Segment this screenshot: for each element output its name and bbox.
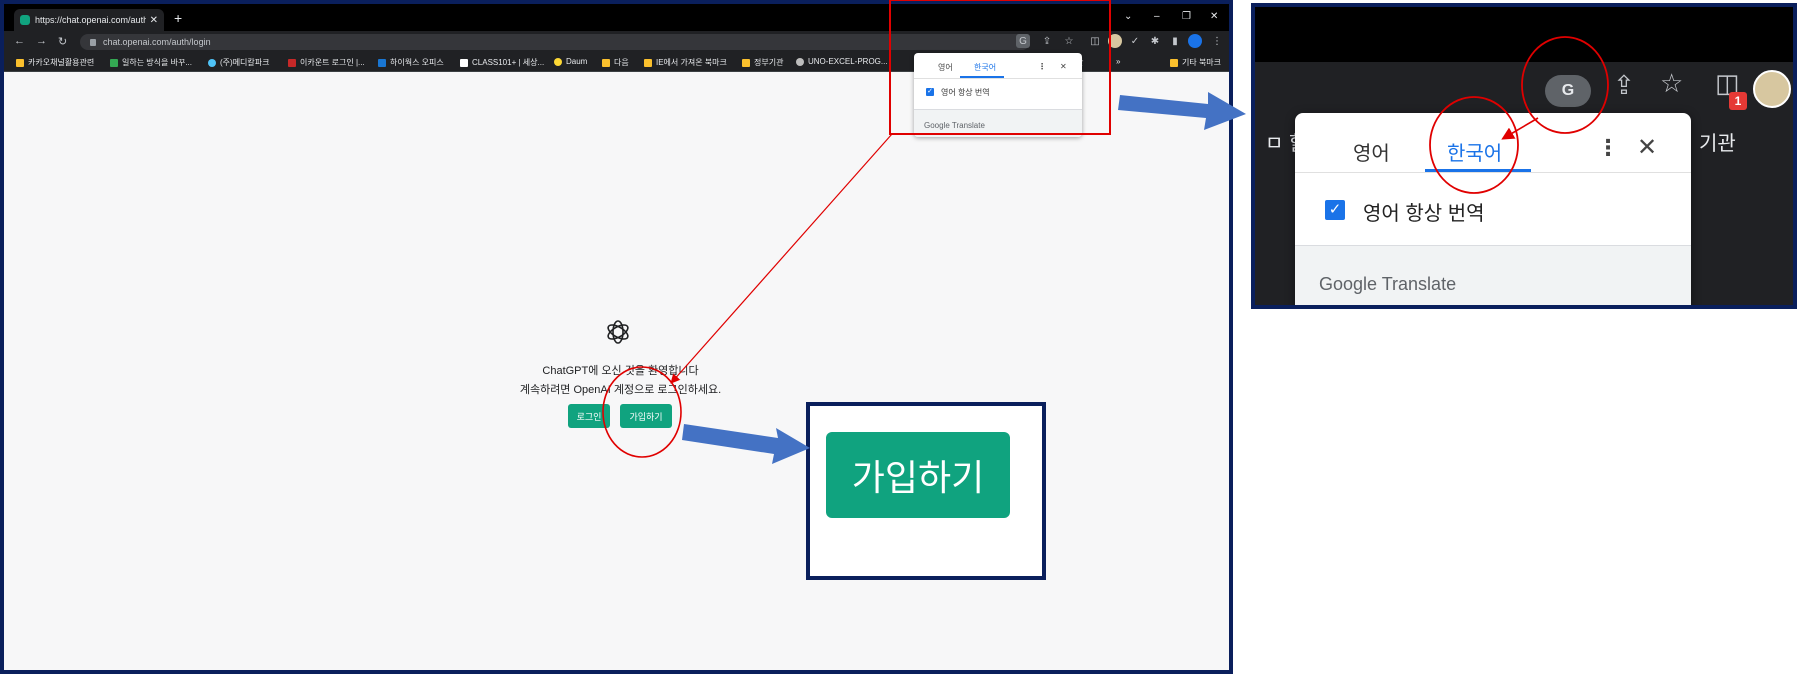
site-icon [208, 58, 216, 67]
lock-icon [90, 38, 96, 46]
tab-search-icon[interactable]: ⌄ [1124, 11, 1132, 22]
google-translate-footer: Google Translate [1295, 245, 1691, 305]
daum-icon [554, 57, 562, 66]
tab-source-language[interactable]: 영어 [1353, 137, 1390, 166]
site-icon [796, 57, 804, 66]
site-icon [378, 58, 386, 67]
forward-arrow-icon[interactable]: → [36, 35, 47, 47]
browser-tab[interactable]: https://chat.openai.com/auth/lo ✕ [14, 9, 164, 31]
zoomed-translate-callout: G ⇪ ☆ ◫ 1 ㅁ 할 기관 영어 한국어 ⋮ ✕ ✓ 영어 항상 번역 G… [1251, 3, 1797, 309]
site-icon [288, 58, 296, 67]
google-translate-brand: Google Translate [1319, 274, 1457, 294]
share-icon[interactable]: ⇪ [1613, 70, 1635, 101]
check-icon[interactable]: ✓ [1128, 34, 1142, 48]
browser-toolbar: ← → ↻ chat.openai.com/auth/login G ⇪ ☆ ◫… [4, 31, 1229, 53]
openai-favicon-icon [20, 15, 30, 25]
tab-title: https://chat.openai.com/auth/lo [35, 15, 146, 25]
bookmark-item[interactable]: Daum [554, 57, 587, 66]
reload-icon[interactable]: ↻ [58, 35, 67, 48]
star-icon[interactable]: ☆ [1062, 34, 1076, 48]
folder-icon [16, 58, 24, 67]
zoomed-translate-popup: 영어 한국어 ⋮ ✕ ✓ 영어 항상 번역 Google Translate [1295, 113, 1691, 305]
always-translate-label: 영어 항상 번역 [1363, 203, 1485, 225]
openai-logo-icon [607, 320, 629, 344]
bookmark-item[interactable]: 다음 [602, 57, 629, 68]
bookmark-item[interactable]: IE에서 가져온 북마크 [644, 57, 727, 68]
bookmark-item[interactable]: 하이웍스 오피스 [378, 57, 444, 68]
login-instructions: 계속하려면 OpenAI 계정으로 로그인하세요. [519, 384, 722, 396]
kebab-menu-icon[interactable]: ⋮ [1597, 135, 1619, 161]
zoomed-toolbar: G ⇪ ☆ ◫ 1 [1255, 62, 1793, 114]
kebab-menu-icon[interactable]: ⋮ [1210, 34, 1224, 48]
extension-badge-icon[interactable]: ◫ [1088, 34, 1102, 48]
folder-icon [644, 58, 652, 67]
divider [1295, 172, 1691, 173]
folder-icon [602, 58, 610, 67]
url-text: chat.openai.com/auth/login [103, 37, 211, 47]
star-icon[interactable]: ☆ [1660, 68, 1683, 99]
bookmarks-overflow-button[interactable]: » [1116, 57, 1120, 66]
zoomed-signup-button[interactable]: 가입하기 [826, 432, 1010, 518]
bookmark-item[interactable]: 기관 [1699, 127, 1736, 156]
login-button[interactable]: 로그인 [568, 404, 610, 428]
minimize-button[interactable]: – [1154, 11, 1160, 22]
folder-icon [742, 58, 750, 67]
address-bar[interactable]: chat.openai.com/auth/login [80, 34, 1030, 50]
tab-close-icon[interactable]: ✕ [150, 15, 158, 26]
tab-target-language[interactable]: 한국어 [1447, 137, 1502, 166]
avatar[interactable] [1188, 34, 1202, 48]
notification-badge: 1 [1729, 92, 1747, 110]
close-icon[interactable]: ✕ [1060, 62, 1067, 71]
bookmark-item[interactable]: CLASS101+ | 세상... [460, 57, 544, 68]
divider [914, 78, 1082, 79]
side-panel-icon[interactable]: ▮ [1168, 34, 1182, 48]
tab-source-language[interactable]: 영어 [938, 62, 953, 73]
profile-extension-icon[interactable] [1108, 34, 1122, 48]
signup-button[interactable]: 가입하기 [620, 404, 672, 428]
translate-icon[interactable]: G [1545, 75, 1591, 107]
bookmark-item[interactable]: 정부기관 [742, 57, 783, 68]
restore-button[interactable]: ❐ [1182, 11, 1191, 22]
bookmark-item[interactable]: 일하는 방식을 바꾸... [110, 57, 192, 68]
tab-strip: https://chat.openai.com/auth/lo ✕ + ⌄ – … [4, 4, 1229, 31]
close-icon[interactable]: ✕ [1637, 133, 1657, 162]
bookmark-item[interactable]: (주)메디칼파크 [208, 57, 270, 68]
translate-popup: 영어 한국어 ⋮ ✕ ✓ 영어 항상 번역 Google Translate [914, 53, 1082, 137]
translate-icon[interactable]: G [1016, 34, 1030, 48]
bookmark-item[interactable]: 이카운트 로그인 |... [288, 57, 365, 68]
site-icon [460, 58, 468, 67]
sheet-icon [110, 58, 118, 67]
puzzle-extensions-icon[interactable]: ✱ [1148, 34, 1162, 48]
zoomed-tab-strip [1255, 7, 1793, 62]
always-translate-checkbox[interactable]: ✓ [926, 88, 934, 96]
folder-icon [1170, 58, 1178, 67]
window-close-button[interactable]: ✕ [1210, 11, 1218, 22]
kebab-menu-icon[interactable]: ⋮ [1038, 62, 1046, 71]
google-translate-footer: Google Translate [914, 109, 1082, 137]
back-arrow-icon[interactable]: ← [14, 35, 25, 47]
new-tab-button[interactable]: + [174, 10, 182, 26]
always-translate-label: 영어 항상 번역 [941, 88, 990, 97]
bookmark-item[interactable]: UNO-EXCEL-PROG... [796, 57, 888, 66]
share-icon[interactable]: ⇪ [1040, 34, 1054, 48]
avatar[interactable] [1753, 70, 1791, 108]
browser-screenshot: https://chat.openai.com/auth/lo ✕ + ⌄ – … [0, 0, 1233, 674]
bookmark-item[interactable]: 카카오채널활용관련 [16, 57, 94, 68]
tab-target-language[interactable]: 한국어 [974, 62, 996, 73]
zoomed-signup-callout: 가입하기 [806, 402, 1046, 580]
always-translate-checkbox[interactable]: ✓ [1325, 200, 1345, 220]
welcome-heading: ChatGPT에 오신 것을 환영합니다 [542, 365, 699, 377]
bookmark-item[interactable]: 기타 북마크 [1170, 57, 1221, 68]
